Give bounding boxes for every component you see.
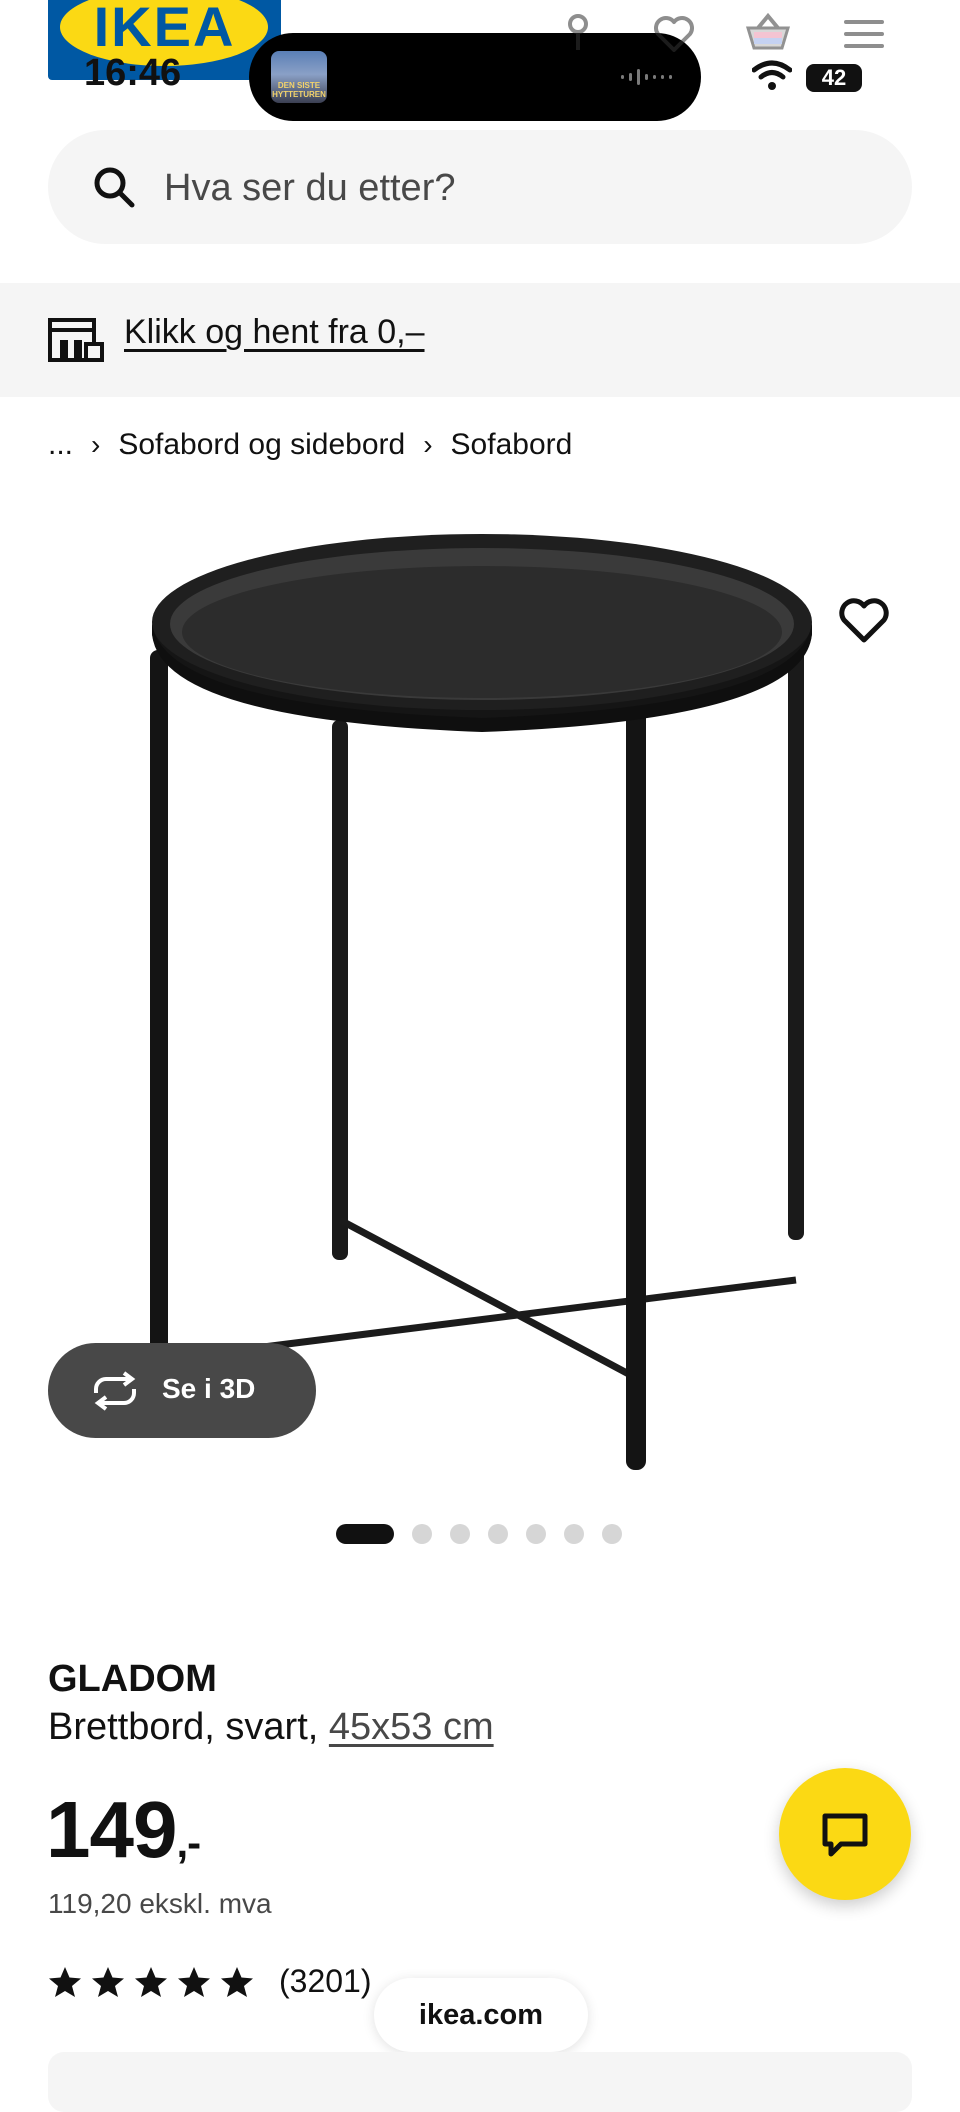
- view-in-3d-button[interactable]: Se i 3D: [48, 1343, 316, 1438]
- pagination-dot-active[interactable]: [336, 1524, 394, 1544]
- view-in-3d-label: Se i 3D: [162, 1373, 256, 1404]
- pagination-dot[interactable]: [450, 1524, 470, 1544]
- search-icon: [94, 167, 135, 208]
- product-rating[interactable]: (3201): [48, 1963, 372, 2000]
- battery-indicator: 42: [806, 64, 862, 92]
- heart-icon[interactable]: [650, 10, 698, 58]
- location-pin-icon[interactable]: [554, 10, 602, 58]
- basket-icon[interactable]: [744, 10, 792, 58]
- breadcrumb: ... › Sofabord og sidebord › Sofabord: [48, 428, 572, 462]
- now-playing-artwork: DEN SISTE HYTTETUREN: [271, 51, 327, 103]
- pagination-dot[interactable]: [564, 1524, 584, 1544]
- price-suffix: ,-: [176, 1819, 201, 1866]
- review-count[interactable]: (3201): [279, 1963, 372, 2000]
- star-icon: [135, 1966, 167, 1997]
- next-section-card: [48, 2052, 912, 2112]
- pagination-dot[interactable]: [526, 1524, 546, 1544]
- price-value: 149: [46, 1785, 177, 1874]
- menu-icon[interactable]: [840, 10, 888, 58]
- star-icon: [92, 1966, 124, 1997]
- product-type: Brettbord, svart,: [48, 1706, 319, 1748]
- rotate-3d-icon: [94, 1371, 136, 1411]
- now-playing-title: DEN SISTE HYTTETUREN: [272, 81, 326, 99]
- status-time: 16:46: [84, 52, 182, 94]
- star-icon: [221, 1966, 253, 1997]
- breadcrumb-item-category[interactable]: Sofabord og sidebord: [118, 428, 405, 462]
- product-price: 149,-: [46, 1784, 201, 1876]
- add-to-favourites-heart-icon[interactable]: [836, 596, 892, 646]
- breadcrumb-item-ellipsis[interactable]: ...: [48, 428, 73, 462]
- browser-url-bar[interactable]: ikea.com: [374, 1978, 588, 2052]
- dynamic-island[interactable]: DEN SISTE HYTTETUREN: [249, 33, 701, 121]
- breadcrumb-item-subcategory[interactable]: Sofabord: [451, 428, 573, 462]
- logo-text: IKEA: [93, 0, 236, 58]
- store-icon: [48, 318, 104, 362]
- pagination-dot[interactable]: [602, 1524, 622, 1544]
- pagination-dot[interactable]: [412, 1524, 432, 1544]
- product-image[interactable]: [120, 520, 840, 1480]
- star-icon: [178, 1966, 210, 1997]
- search-bar[interactable]: [48, 130, 912, 244]
- chevron-right-icon: ›: [91, 429, 101, 460]
- star-icon: [49, 1966, 81, 1997]
- chat-icon: [822, 1813, 868, 1857]
- gallery-pagination[interactable]: [336, 1524, 622, 1544]
- product-name: GLADOM: [48, 1658, 217, 1700]
- price-excl-vat: 119,20 ekskl. mva: [48, 1888, 272, 1919]
- chevron-right-icon: ›: [423, 429, 433, 460]
- click-collect-banner: Klikk og hent fra 0,–: [0, 283, 960, 397]
- audio-waveform-icon: [621, 69, 672, 85]
- product-description: Brettbord, svart, 45x53 cm: [48, 1706, 494, 1749]
- product-size-link[interactable]: 45x53 cm: [329, 1706, 494, 1748]
- wifi-icon: [752, 60, 792, 90]
- chat-button[interactable]: [779, 1768, 911, 1900]
- click-collect-link[interactable]: Klikk og hent fra 0,–: [124, 313, 425, 352]
- pagination-dot[interactable]: [488, 1524, 508, 1544]
- search-input[interactable]: [162, 158, 866, 218]
